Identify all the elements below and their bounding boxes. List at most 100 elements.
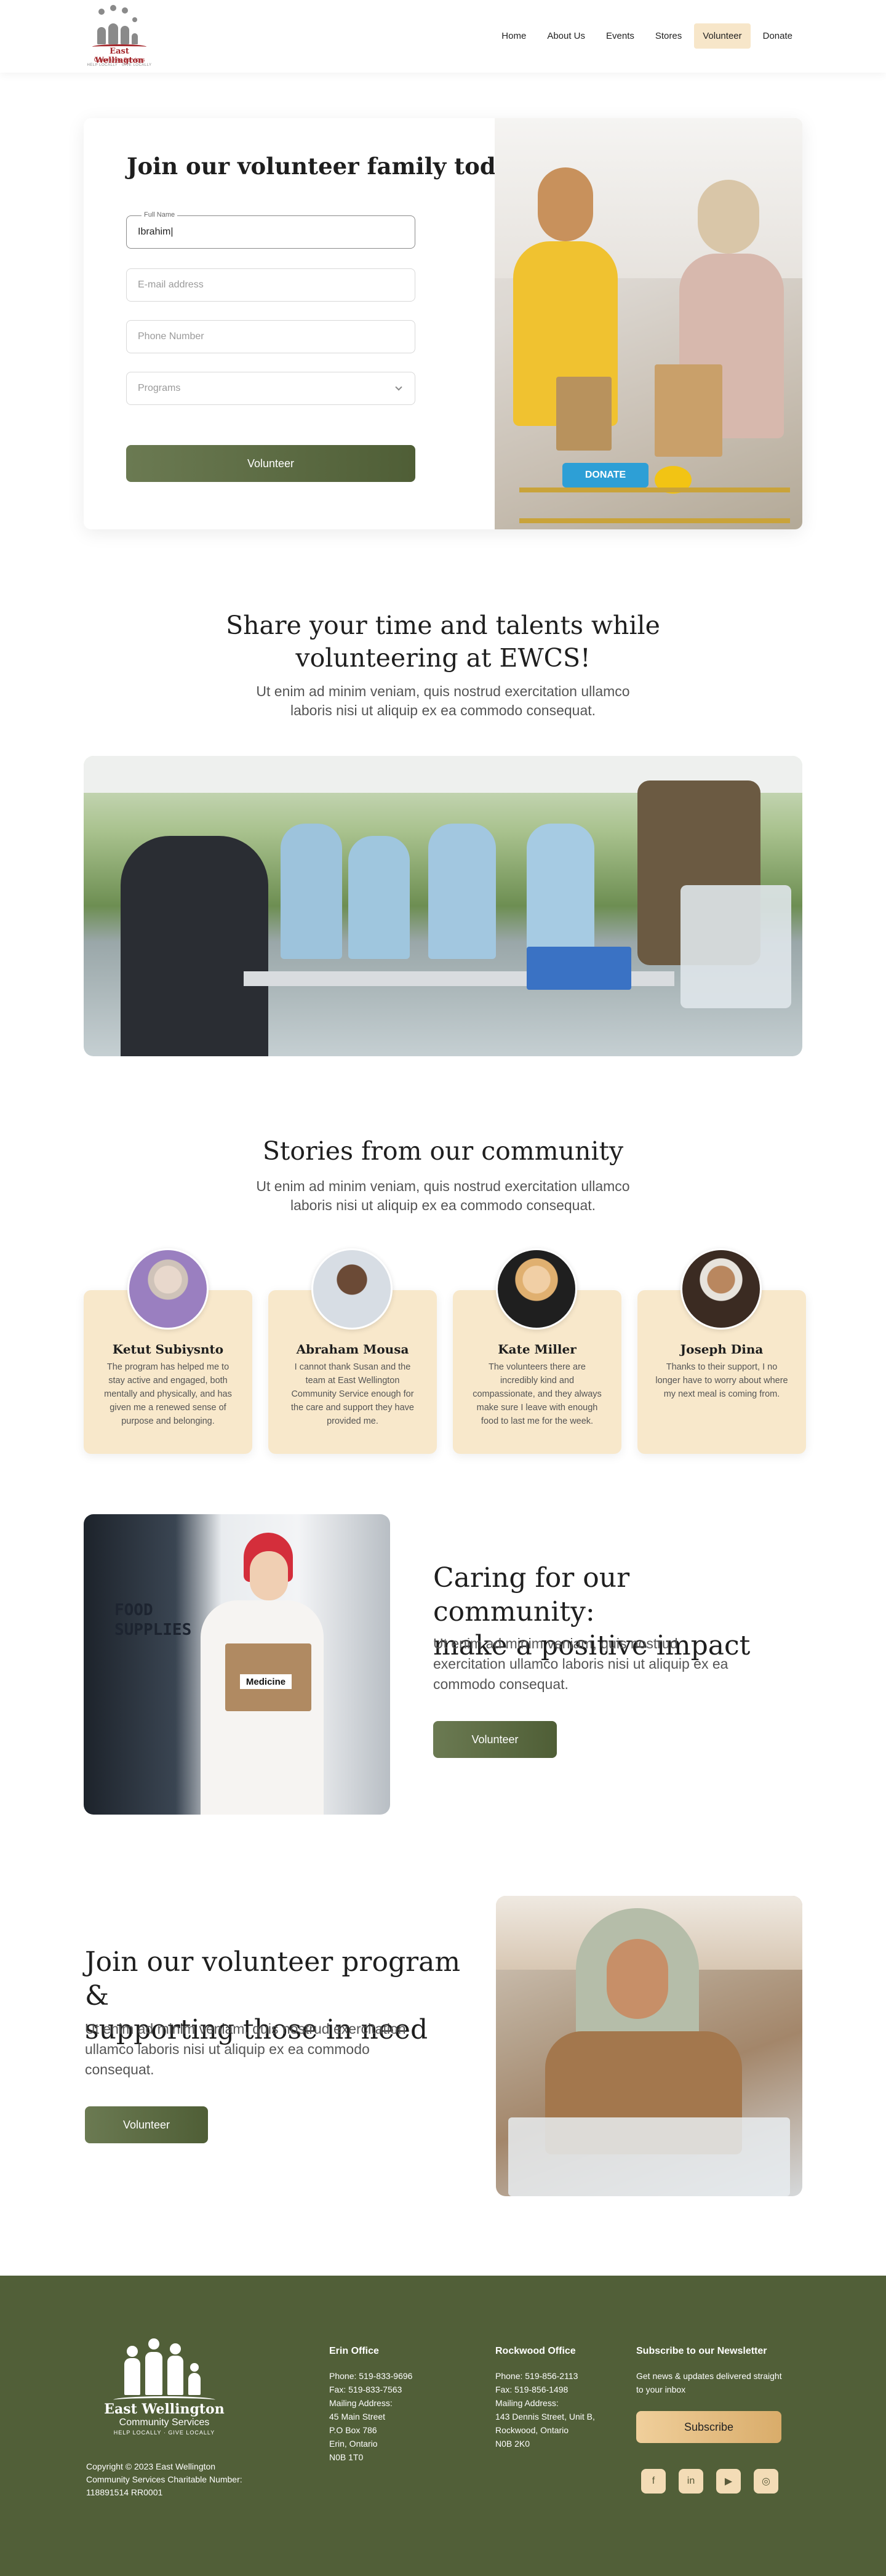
newsletter: Subscribe to our Newsletter Get news & u… bbox=[636, 2345, 790, 2396]
nav-donate[interactable]: Donate bbox=[754, 23, 801, 49]
logo[interactable]: East Wellington Community Services HELP … bbox=[85, 5, 154, 68]
erin-office-line: N0B 1T0 bbox=[329, 2452, 364, 2462]
erin-office-heading: Erin Office bbox=[329, 2346, 379, 2356]
share-title: Share your time and talents while volunt… bbox=[0, 609, 886, 675]
story-name: Ketut Subiysnto bbox=[112, 1342, 224, 1357]
caring-volunteer-button[interactable]: Volunteer bbox=[433, 1721, 557, 1758]
erin-office-line: Erin, Ontario bbox=[329, 2439, 378, 2449]
volunteer-figure bbox=[348, 836, 410, 959]
story-text: Thanks to their support, I no longer hav… bbox=[655, 1362, 788, 1399]
water-bottles bbox=[680, 885, 791, 1008]
volunteer-face bbox=[250, 1551, 288, 1600]
volunteer-figure bbox=[428, 824, 496, 959]
rockwood-office-line: Rockwood, Ontario bbox=[495, 2425, 569, 2435]
share-title-line: volunteering at EWCS! bbox=[295, 643, 591, 673]
linkedin-icon[interactable]: in bbox=[679, 2469, 703, 2494]
footer-logo[interactable]: East Wellington Community Services HELP … bbox=[100, 2327, 229, 2436]
share-title-line: Share your time and talents while bbox=[226, 611, 660, 640]
logo-figure-head bbox=[110, 5, 116, 11]
programs-select[interactable]: Programs bbox=[126, 372, 415, 405]
story-name: Joseph Dina bbox=[680, 1342, 764, 1357]
volunteer-head bbox=[698, 180, 759, 254]
logo-figure bbox=[167, 2356, 183, 2395]
rockwood-office-line: Fax: 519-856-1498 bbox=[495, 2385, 569, 2394]
join-subtitle: Ut enim ad minim veniam, quis nostrud ex… bbox=[85, 2021, 406, 2077]
logo-figure-head bbox=[148, 2338, 159, 2349]
newsletter-heading: Subscribe to our Newsletter bbox=[636, 2346, 767, 2356]
site-header: East Wellington Community Services HELP … bbox=[0, 0, 886, 73]
rockwood-office-line: 143 Dennis Street, Unit B, bbox=[495, 2412, 595, 2422]
join-volunteer-button[interactable]: Volunteer bbox=[85, 2106, 208, 2143]
rockwood-office-line: N0B 2K0 bbox=[495, 2439, 530, 2449]
footer-logo-subtitle: Community Services bbox=[119, 2417, 210, 2428]
logo-figure bbox=[132, 33, 138, 44]
erin-office-line: 45 Main Street bbox=[329, 2412, 386, 2422]
caring-title-line: Caring for our community: bbox=[433, 1562, 630, 1627]
logo-figure bbox=[121, 26, 129, 44]
logo-tagline: HELP LOCALLY · GIVE LOCALLY bbox=[87, 63, 152, 67]
programs-placeholder: Programs bbox=[138, 383, 181, 393]
visitor-figure bbox=[121, 836, 268, 1056]
youtube-icon[interactable]: ▶ bbox=[716, 2469, 741, 2494]
email-placeholder: E-mail address bbox=[138, 279, 204, 290]
full-name-field[interactable]: Full Name Ibrahim| bbox=[126, 211, 415, 249]
avatar bbox=[127, 1248, 209, 1330]
erin-office-line: Phone: 519-833-9696 bbox=[329, 2371, 413, 2381]
logo-figure-head bbox=[98, 9, 105, 15]
main-nav: Home About Us Events Stores Volunteer Do… bbox=[493, 23, 801, 49]
nav-about-us[interactable]: About Us bbox=[538, 23, 594, 49]
stories-title: Stories from our community bbox=[262, 1136, 624, 1166]
facebook-icon[interactable]: f bbox=[641, 2469, 666, 2494]
logo-figure bbox=[188, 2373, 201, 2395]
donate-box: DONATE bbox=[562, 463, 649, 488]
volunteer-figure bbox=[527, 824, 594, 959]
story-name: Abraham Mousa bbox=[296, 1342, 409, 1357]
phone-placeholder: Phone Number bbox=[138, 331, 204, 342]
nav-volunteer[interactable]: Volunteer bbox=[694, 23, 751, 49]
instagram-icon[interactable]: ◎ bbox=[754, 2469, 778, 2494]
story-name: Kate Miller bbox=[498, 1342, 577, 1357]
nav-stores[interactable]: Stores bbox=[647, 23, 690, 49]
copyright: Copyright © 2023 East Wellington Communi… bbox=[86, 2462, 242, 2497]
footer-logo-title: East Wellington bbox=[104, 2401, 225, 2417]
rockwood-office-line: Mailing Address: bbox=[495, 2398, 559, 2408]
food-supplies-photo: FOOD SUPPLIES Medicine bbox=[84, 1514, 390, 1815]
story-text: The volunteers there are incredibly kind… bbox=[473, 1362, 602, 1426]
story-text: I cannot thank Susan and the team at Eas… bbox=[291, 1362, 414, 1426]
site-footer: East Wellington Community Services HELP … bbox=[0, 2276, 886, 2576]
stories-subtitle-line: Ut enim ad minim veniam, quis nostrud ex… bbox=[256, 1178, 630, 1194]
volunteer-form-card: Join our volunteer family today! Full Na… bbox=[84, 118, 802, 529]
food-bank-photo bbox=[84, 756, 802, 1056]
subscribe-button[interactable]: Subscribe bbox=[636, 2411, 781, 2443]
email-field[interactable]: E-mail address bbox=[126, 268, 415, 302]
phone-field[interactable]: Phone Number bbox=[126, 320, 415, 353]
logo-figure bbox=[97, 27, 106, 44]
rockwood-office: Rockwood Office Phone: 519-856-2113 Fax:… bbox=[495, 2345, 618, 2450]
share-subtitle-line: laboris nisi ut aliquip ex ea commodo co… bbox=[290, 702, 596, 718]
nav-home[interactable]: Home bbox=[493, 23, 535, 49]
join-title-line: Join our volunteer program & bbox=[85, 1946, 461, 2012]
nav-events[interactable]: Events bbox=[597, 23, 643, 49]
newsletter-text: Get news & updates delivered straight to… bbox=[636, 2371, 782, 2394]
story-text: The program has helped me to stay active… bbox=[104, 1362, 232, 1426]
erin-office: Erin Office Phone: 519-833-9696 Fax: 519… bbox=[329, 2345, 452, 2464]
logo-figure-head bbox=[170, 2343, 181, 2354]
volunteer-face bbox=[607, 1939, 668, 2019]
volunteer-submit-button[interactable]: Volunteer bbox=[126, 445, 415, 482]
van-text-line: FOOD bbox=[114, 1601, 153, 1619]
plastic-bin bbox=[508, 2117, 790, 2196]
volunteer-packing-photo bbox=[496, 1896, 802, 2196]
logo-figure-head bbox=[132, 17, 137, 22]
rockwood-office-line: Phone: 519-856-2113 bbox=[495, 2371, 578, 2381]
form-title: Join our volunteer family today! bbox=[127, 153, 534, 180]
avatar bbox=[680, 1248, 762, 1330]
paper-bag bbox=[655, 364, 722, 457]
erin-office-line: P.O Box 786 bbox=[329, 2425, 377, 2435]
logo-subtitle: Community Services bbox=[94, 57, 145, 63]
volunteer-head bbox=[538, 167, 593, 241]
logo-figure bbox=[124, 2358, 140, 2395]
rockwood-office-heading: Rockwood Office bbox=[495, 2346, 576, 2356]
cart-rail bbox=[519, 488, 790, 492]
volunteer-figure bbox=[281, 824, 342, 959]
avatar bbox=[496, 1248, 577, 1330]
